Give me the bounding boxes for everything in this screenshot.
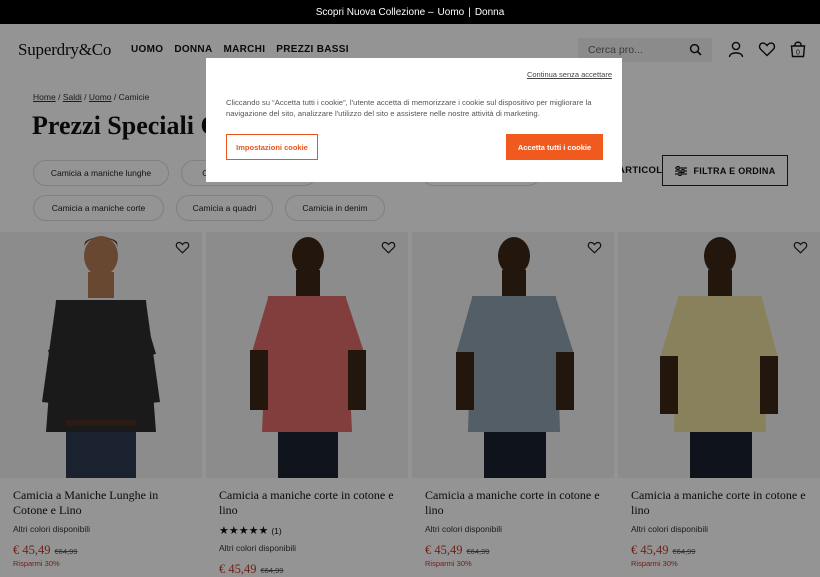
cookie-consent-dialog: Continua senza accettare Cliccando su “A… [206,58,622,182]
accept-all-cookies-button[interactable]: Accetta tutti i cookie [506,134,603,160]
announcement-link-donna[interactable]: Donna [475,7,504,18]
cookie-message: Cliccando su “Accetta tutti i cookie”, l… [226,98,592,118]
continue-without-accepting-link[interactable]: Continua senza accettare [527,70,612,79]
announcement-text: Scopri Nuova Collezione – [315,6,434,18]
cookie-settings-button[interactable]: Impostazioni cookie [226,134,318,160]
announcement-link-uomo[interactable]: Uomo [438,7,465,18]
announcement-bar: Scopri Nuova Collezione – Uomo | Donna [0,0,820,24]
announcement-separator: | [468,6,471,18]
